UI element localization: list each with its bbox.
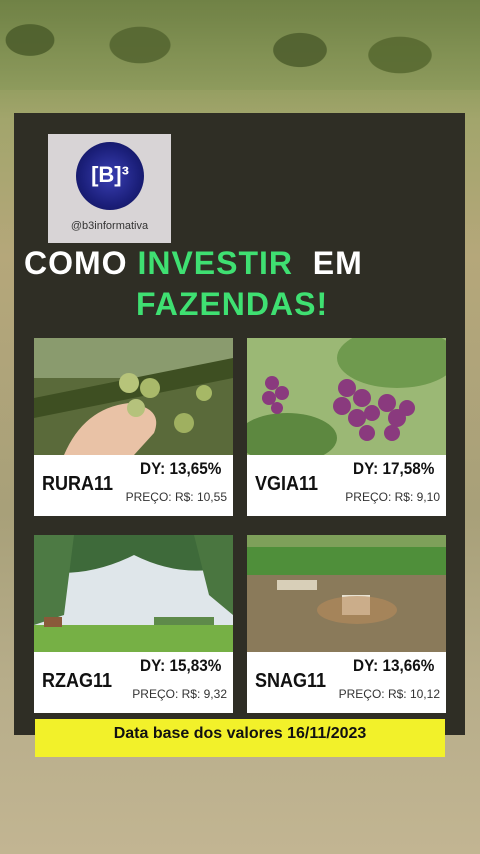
fund-card-snag11: SNAG11 DY: 13,66% PREÇO: R$: 10,12 bbox=[247, 535, 446, 713]
fund-dy: DY: 17,58% bbox=[352, 459, 434, 478]
fund-price: PREÇO: R$: 10,12 bbox=[338, 687, 440, 701]
farm-trees-photo bbox=[34, 535, 233, 652]
grapes-photo bbox=[247, 338, 446, 455]
background-landscape bbox=[0, 0, 480, 90]
b3-logo-icon: [B]³ bbox=[76, 142, 144, 210]
fund-card-rzag11: RZAG11 DY: 15,83% PREÇO: R$: 9,32 bbox=[34, 535, 233, 713]
headline-word-como: COMO bbox=[24, 245, 128, 281]
fund-ticker: RURA11 bbox=[42, 473, 114, 495]
fund-card-vgia11: VGIA11 DY: 17,58% PREÇO: R$: 9,10 bbox=[247, 338, 446, 516]
field-aerial-photo bbox=[247, 535, 446, 652]
fund-price: PREÇO: R$: 9,32 bbox=[132, 687, 227, 701]
date-base-banner: Data base dos valores 16/11/2023 bbox=[35, 719, 445, 757]
fund-dy: DY: 15,83% bbox=[139, 656, 221, 675]
fund-ticker: RZAG11 bbox=[42, 670, 113, 692]
fund-price: PREÇO: R$: 9,10 bbox=[345, 490, 440, 504]
logo-text: [B]³ bbox=[91, 162, 129, 187]
headline-line2: FAZENDAS! bbox=[136, 286, 329, 322]
olives-photo bbox=[34, 338, 233, 455]
fund-dy: DY: 13,65% bbox=[139, 459, 221, 478]
fund-price: PREÇO: R$: 10,55 bbox=[125, 490, 227, 504]
fund-card-rura11: RURA11 DY: 13,65% PREÇO: R$: 10,55 bbox=[34, 338, 233, 516]
headline-word-investir: INVESTIR bbox=[137, 245, 294, 281]
brand-handle: @b3informativa bbox=[70, 220, 149, 232]
fund-ticker: SNAG11 bbox=[255, 670, 327, 692]
fund-dy: DY: 13,66% bbox=[352, 656, 434, 675]
headline-word-em: EM bbox=[312, 245, 363, 281]
brand-logo: [B]³ @b3informativa bbox=[48, 134, 171, 243]
headline-line1: COMO INVESTIR EM bbox=[24, 245, 363, 282]
fund-ticker: VGIA11 bbox=[255, 473, 319, 495]
